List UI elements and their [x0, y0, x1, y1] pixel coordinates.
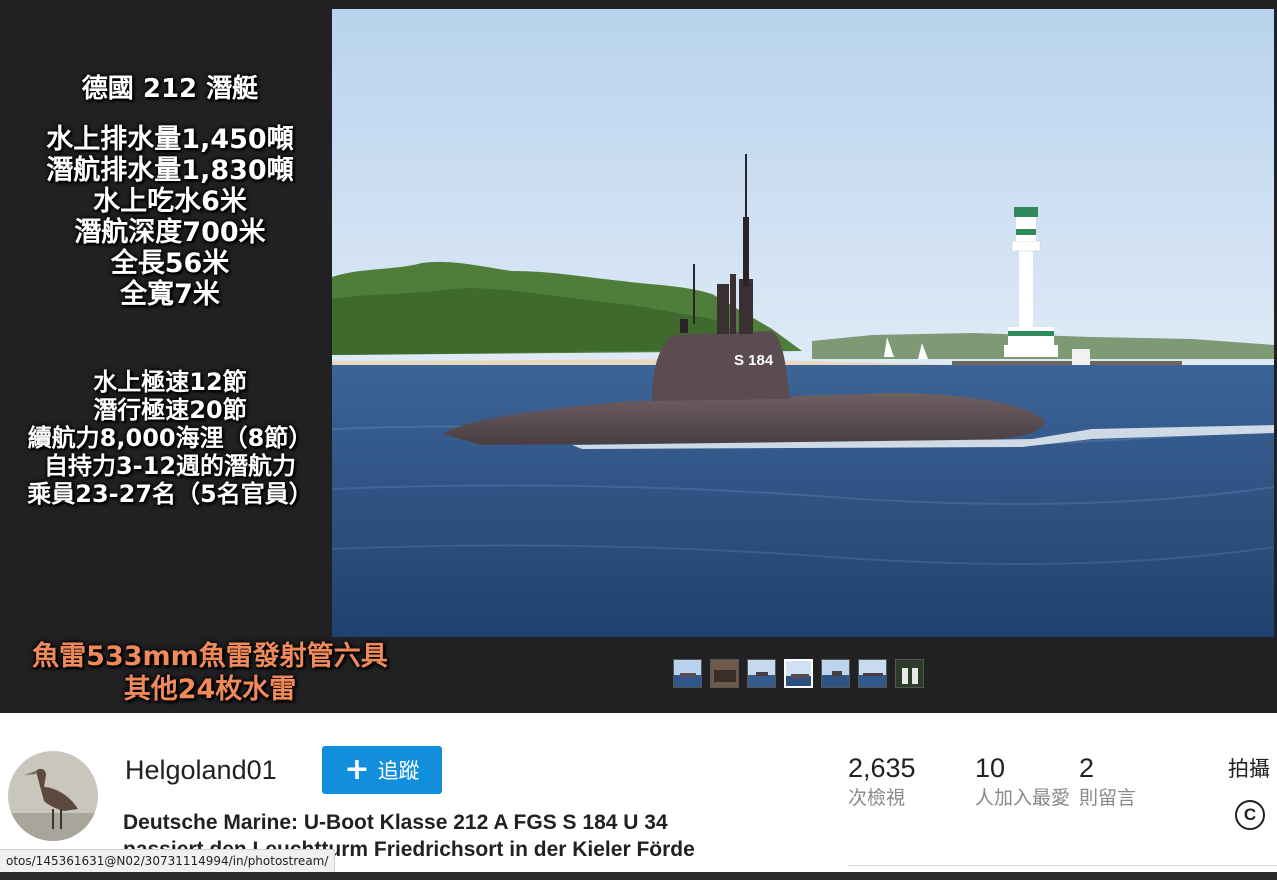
stat-comments: 2 則留言 — [1079, 753, 1136, 811]
avatar[interactable] — [8, 751, 98, 841]
thumbnail-strip — [673, 659, 924, 689]
weapons-line: 魚雷533mm魚雷發射管六具 — [32, 641, 388, 672]
spec-line: 潛航深度700米 — [74, 217, 266, 248]
divider — [848, 865, 1277, 866]
weapons-line: 其他24枚水雷 — [123, 674, 297, 705]
spec-line: 乘員23-27名（5名官員） — [27, 480, 313, 508]
spec-line: 水上極速12節 — [93, 368, 247, 396]
camera-info-label[interactable]: 拍攝 — [1228, 753, 1270, 783]
thumbnail[interactable] — [821, 659, 850, 688]
main-photo[interactable]: S 184 — [332, 9, 1274, 637]
comments-count: 2 — [1079, 753, 1095, 783]
thumbnail[interactable] — [858, 659, 887, 688]
stat-faves: 10 人加入最愛 — [975, 753, 1070, 811]
overlay-specs-block-2: 水上極速12節 潛行極速20節 續航力8,000海浬（8節） 自持力3-12週的… — [0, 368, 340, 508]
browser-status-url: otos/145361631@N02/30731114994/in/photos… — [0, 849, 336, 873]
copyright-icon[interactable]: C — [1235, 800, 1265, 830]
submarine-photo: S 184 — [332, 9, 1274, 637]
overlay-title: 德國 212 潛艇 — [81, 74, 259, 104]
spec-line: 自持力3-12週的潛航力 — [43, 452, 297, 480]
spec-line: 潛行極速20節 — [93, 396, 247, 424]
spec-line: 水上吃水6米 — [93, 186, 247, 217]
photo-viewer: 德國 212 潛艇 水上排水量1,450噸 潛航排水量1,830噸 水上吃水6米… — [0, 0, 1277, 713]
views-label: 次檢視 — [848, 788, 906, 809]
spec-line: 水上排水量1,450噸 — [46, 124, 294, 155]
overlay-specs-block-1: 水上排水量1,450噸 潛航排水量1,830噸 水上吃水6米 潛航深度700米 … — [0, 124, 340, 310]
stat-views: 2,635 次檢視 — [848, 753, 916, 811]
spec-line: 全寬7米 — [120, 279, 220, 310]
thumbnail[interactable] — [673, 659, 702, 688]
plus-icon: + — [344, 752, 370, 787]
thumbnail[interactable] — [895, 659, 924, 688]
follow-label: 追蹤 — [377, 759, 420, 783]
views-count: 2,635 — [848, 753, 916, 783]
thumbnail[interactable] — [747, 659, 776, 688]
follow-button[interactable]: + 追蹤 — [322, 746, 442, 794]
spec-line: 全長56米 — [110, 248, 230, 279]
bottom-strip — [0, 872, 1277, 880]
hull-number-label: S 184 — [734, 352, 774, 369]
spec-line: 潛航排水量1,830噸 — [46, 155, 294, 186]
faves-count: 10 — [975, 753, 1006, 783]
faves-label: 人加入最愛 — [975, 788, 1071, 809]
spec-line: 續航力8,000海浬（8節） — [27, 424, 313, 452]
comments-label: 則留言 — [1079, 788, 1137, 809]
thumbnail[interactable] — [710, 659, 739, 688]
thumbnail-active[interactable] — [784, 659, 813, 688]
owner-username[interactable]: Helgoland01 — [125, 755, 277, 786]
heron-avatar-image — [8, 751, 98, 841]
overlay-weapons: 魚雷533mm魚雷發射管六具 其他24枚水雷 — [0, 640, 420, 706]
